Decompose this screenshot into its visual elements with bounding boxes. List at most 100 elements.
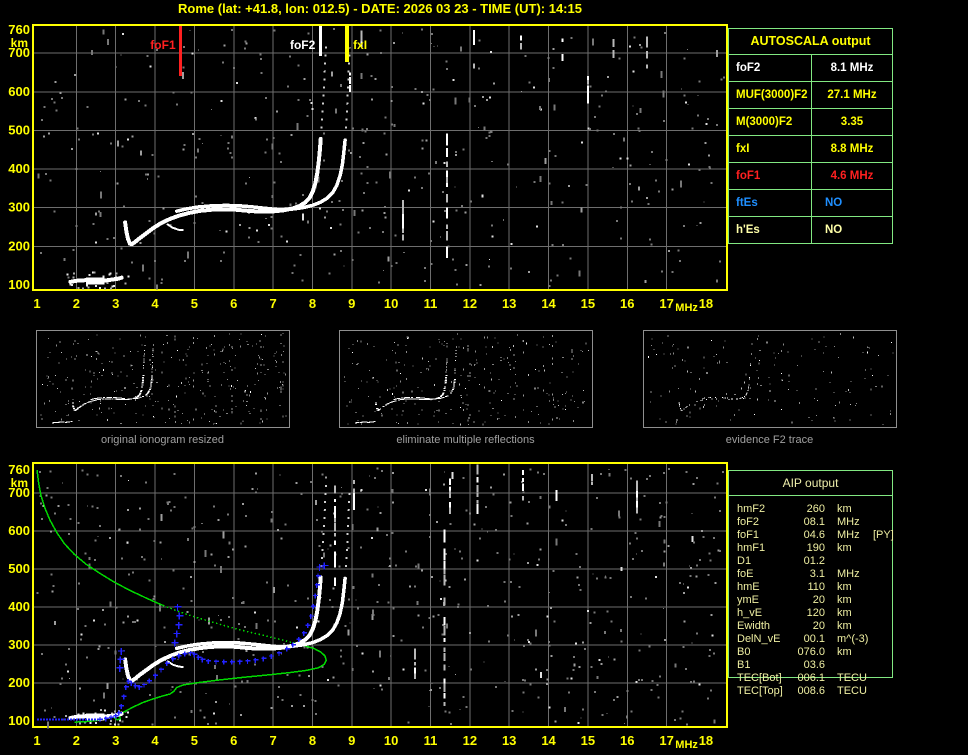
- svg-text:km: km: [11, 36, 28, 50]
- autoscala-row-label: MUF(3000)F2: [729, 82, 812, 108]
- autoscala-row-MUF(3000)F2: MUF(3000)F2 27.1 MHz: [729, 81, 892, 108]
- aip-row-foF2: foF2 08.1 MHz: [737, 516, 967, 529]
- svg-text:7: 7: [269, 296, 276, 311]
- thumbnail-caption-eliminate: eliminate multiple reflections: [396, 434, 535, 446]
- aip-unit: km: [837, 503, 852, 515]
- aip-unit: km: [837, 607, 852, 619]
- aip-unit: [837, 659, 873, 672]
- svg-text:4: 4: [151, 296, 159, 311]
- svg-text:16: 16: [620, 296, 634, 311]
- aip-value: 04.6: [803, 529, 825, 541]
- aip-row-hmE: hmE 110 km: [737, 581, 967, 594]
- aip-row-DelN_vE: DelN_vE 00.1 m^(-3): [737, 633, 967, 646]
- aip-row-hmF1: hmF1 190 km: [737, 542, 967, 555]
- autoscala-row-value: 4.6 MHz: [830, 170, 874, 182]
- autoscala-row-value: 27.1 MHz: [827, 89, 877, 101]
- svg-text:15: 15: [581, 296, 595, 311]
- aip-value: 076.0: [797, 646, 825, 658]
- aip-label: ymE: [737, 594, 759, 606]
- aip-note: [PY]: [873, 529, 894, 541]
- svg-text:1: 1: [33, 733, 40, 748]
- svg-text:600: 600: [8, 84, 30, 99]
- aip-unit: MHz: [837, 568, 860, 580]
- autoscala-output-table: AUTOSCALA output foF2 8.1 MHz MUF(3000)F2 2…: [728, 28, 893, 244]
- thumbnail-original-ionogram: [36, 330, 290, 428]
- svg-text:100: 100: [8, 713, 30, 728]
- aip-unit: TECU: [837, 672, 867, 684]
- autoscala-row-value: NO: [825, 224, 843, 236]
- autoscala-row-label: M(3000)F2: [729, 109, 812, 135]
- svg-text:9: 9: [348, 733, 355, 748]
- aip-value: 006.1: [797, 672, 825, 684]
- svg-text:13: 13: [502, 733, 516, 748]
- svg-text:300: 300: [8, 200, 30, 215]
- aip-row-h_vE: h_vE 120 km: [737, 607, 967, 620]
- bottom-profile-plot: 1 2 3 4 5 6 7 8 9 10 11 12 13 14 15 16 17 18MHz7607006005…: [8, 462, 728, 751]
- svg-text:17: 17: [659, 296, 673, 311]
- autoscala-row-h'Es: h'Es NO: [729, 216, 892, 243]
- svg-text:2: 2: [73, 733, 80, 748]
- aip-unit: MHz: [837, 529, 860, 541]
- aip-label: foE: [737, 568, 754, 580]
- aip-row-D1: D1 01.2: [737, 555, 967, 568]
- aip-label: DelN_vE: [737, 633, 781, 645]
- svg-text:600: 600: [8, 523, 30, 538]
- marker-label-fxI: fxI: [353, 38, 367, 52]
- aip-label: foF1: [737, 529, 760, 541]
- svg-text:18: 18: [699, 296, 713, 311]
- aip-unit: km: [837, 542, 852, 554]
- svg-text:km: km: [11, 476, 28, 490]
- svg-text:500: 500: [8, 561, 30, 576]
- autoscala-row-value: 8.8 MHz: [830, 143, 874, 155]
- thumbnail-caption-evidence: evidence F2 trace: [725, 434, 814, 446]
- svg-text:500: 500: [8, 122, 30, 137]
- autoscala-window: Rome (lat: +41.8, lon: 012.5) - DATE: 20…: [0, 0, 968, 755]
- aip-label: TEC[Bot]: [737, 672, 782, 684]
- aip-label: hmF2: [737, 503, 766, 515]
- svg-text:11: 11: [424, 733, 438, 748]
- aip-value: 03.6: [803, 659, 825, 671]
- aip-row-TEC[Bot]: TEC[Bot] 006.1 TECU: [737, 672, 967, 685]
- svg-text:400: 400: [8, 161, 30, 176]
- svg-text:300: 300: [8, 637, 30, 652]
- aip-value: 3.1: [809, 568, 825, 580]
- autoscala-row-foF1: foF1 4.6 MHz: [729, 162, 892, 189]
- aip-unit: km: [837, 581, 852, 593]
- aip-table-title: AIP output: [729, 471, 892, 496]
- svg-text:14: 14: [541, 296, 556, 311]
- thumbnail-eliminate-reflections: [339, 330, 593, 428]
- svg-text:760: 760: [8, 462, 30, 477]
- aip-unit: km: [837, 620, 852, 632]
- aip-row-TEC[Top]: TEC[Top] 008.6 TECU: [737, 685, 967, 698]
- svg-text:200: 200: [8, 675, 30, 690]
- svg-text:400: 400: [8, 599, 30, 614]
- aip-row-foE: foE 3.1 MHz: [737, 568, 967, 581]
- aip-value: 190: [806, 542, 825, 554]
- svg-text:5: 5: [191, 733, 198, 748]
- aip-table-rows: hmF2 260 km foF2 08.1 MHz foF1 04.6 MHz [PY] hmF1 1…: [737, 503, 967, 698]
- autoscala-row-label: foF1: [729, 163, 812, 189]
- autoscala-row-ftEs: ftEs NO: [729, 189, 892, 216]
- svg-text:11: 11: [424, 296, 438, 311]
- autoscala-table-title: AUTOSCALA output: [729, 29, 892, 55]
- density-profile-solid-top: [36, 469, 164, 607]
- autoscala-row-value: 8.1 MHz: [830, 62, 874, 74]
- svg-text:MHz: MHz: [675, 302, 698, 314]
- svg-text:1: 1: [33, 296, 40, 311]
- aip-value: 00.1: [803, 633, 825, 645]
- aip-label: hmF1: [737, 542, 766, 554]
- svg-text:17: 17: [659, 733, 673, 748]
- svg-text:2: 2: [73, 296, 80, 311]
- autoscala-row-label: fxI: [729, 136, 812, 162]
- svg-text:13: 13: [502, 296, 516, 311]
- svg-text:9: 9: [348, 296, 355, 311]
- autoscala-row-fxI: fxI 8.8 MHz: [729, 135, 892, 162]
- svg-text:6: 6: [230, 296, 237, 311]
- svg-text:200: 200: [8, 238, 30, 253]
- aip-unit: MHz: [837, 516, 860, 528]
- aip-value: 120: [806, 607, 825, 619]
- svg-text:MHz: MHz: [675, 739, 698, 751]
- marker-label-foF2: foF2: [290, 38, 316, 52]
- aip-row-foF1: foF1 04.6 MHz [PY]: [737, 529, 967, 542]
- aip-label: Ewidth: [737, 620, 771, 632]
